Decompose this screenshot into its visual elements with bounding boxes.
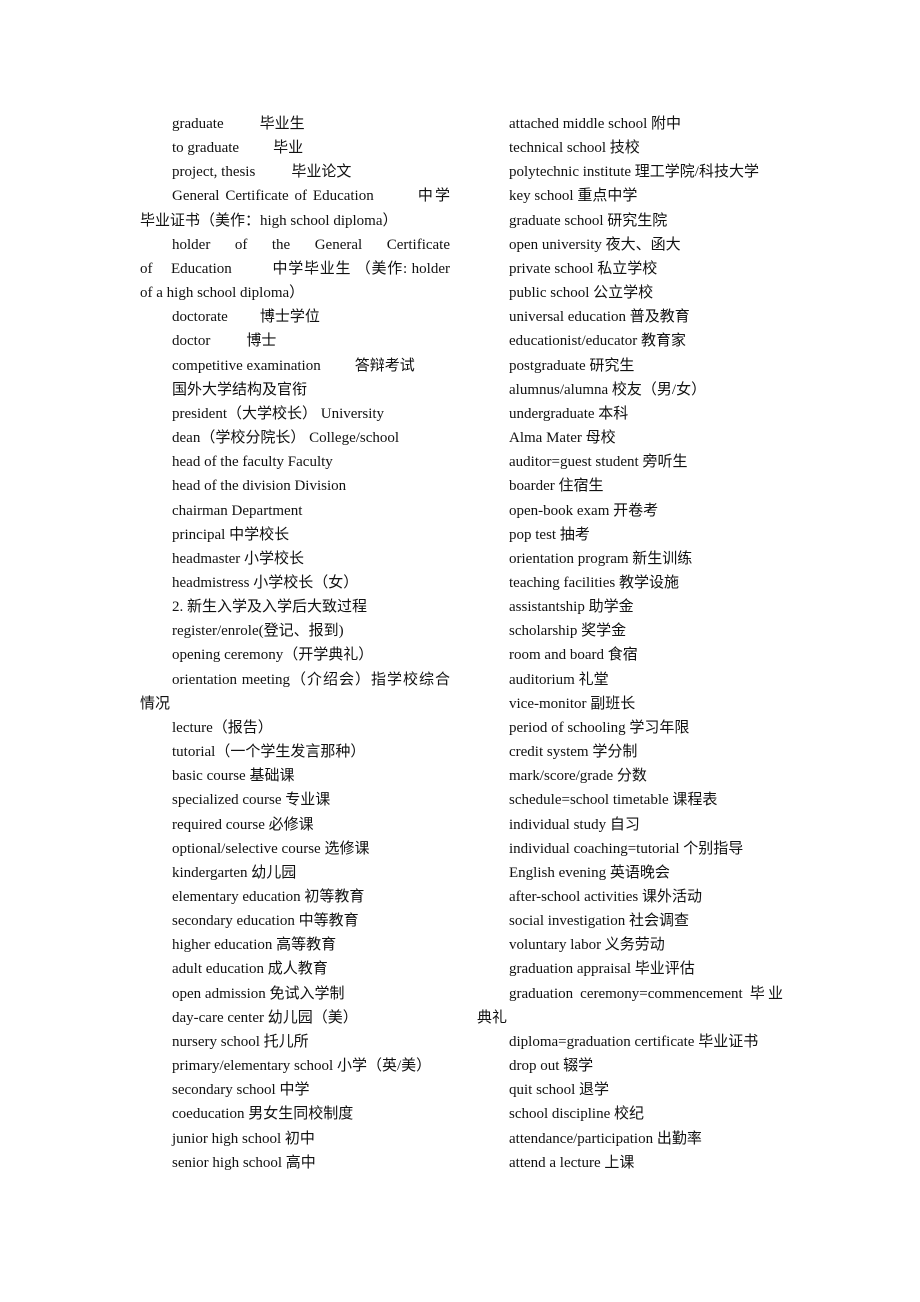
vocab-entry: school discipline 校纪 bbox=[509, 1106, 644, 1123]
vocab-entry: to graduate 毕业 bbox=[140, 136, 450, 160]
vocab-entry: Alma Mater 母校 bbox=[509, 430, 616, 447]
term-en: General Certificate of Education bbox=[172, 188, 374, 205]
vocab-entry: kindergarten 幼儿园 bbox=[172, 864, 297, 881]
vocab-entry: public school 公立学校 bbox=[509, 285, 654, 302]
vocab-entry: day-care center 幼儿园（美） bbox=[172, 1009, 358, 1026]
term-en: graduate bbox=[172, 116, 224, 132]
vocab-entry: undergraduate 本科 bbox=[509, 405, 629, 422]
vocab-entry: headmaster 小学校长 bbox=[172, 550, 305, 567]
vocab-entry: educationist/educator 教育家 bbox=[509, 333, 687, 350]
vocab-entry: secondary school 中学 bbox=[172, 1082, 310, 1099]
vocab-entry: credit system 学分制 bbox=[509, 744, 638, 761]
term-zh: 博士 bbox=[246, 333, 277, 350]
vocab-entry: elementary education 初等教育 bbox=[172, 889, 365, 905]
left-column: graduate 毕业生 to graduate 毕业 project, thesi… bbox=[140, 112, 450, 1175]
vocab-entry: holder of the General Certificate of Edu… bbox=[140, 233, 450, 305]
term-en: to graduate bbox=[172, 140, 240, 157]
vocab-entry: higher education 高等教育 bbox=[172, 937, 337, 954]
vocab-entry: voluntary labor 义务劳动 bbox=[509, 937, 665, 954]
vocab-entry: open-book exam 开卷考 bbox=[509, 502, 659, 519]
vocab-entry: coeducation 男女生同校制度 bbox=[172, 1106, 354, 1123]
vocab-entry: scholarship 奖学金 bbox=[509, 623, 627, 640]
vocab-entry: quit school 退学 bbox=[509, 1082, 609, 1099]
vocab-entry: key school 重点中学 bbox=[509, 188, 638, 205]
vocab-entry: adult education 成人教育 bbox=[172, 961, 328, 978]
vocab-entry: technical school 技校 bbox=[509, 140, 640, 157]
term-zh: 毕业 bbox=[273, 140, 304, 157]
term-zh: 毕业生 bbox=[259, 116, 305, 132]
vocab-entry: required course 必修课 bbox=[172, 816, 314, 833]
vocab-entry: nursery school 托儿所 bbox=[172, 1033, 309, 1050]
vocab-entry: graduate school 研究生院 bbox=[509, 212, 668, 229]
vocab-entry: period of schooling 学习年限 bbox=[509, 719, 690, 736]
right-column: attached middle school 附中 technical scho… bbox=[477, 112, 783, 1175]
vocab-entry: teaching facilities 教学设施 bbox=[509, 574, 679, 591]
vocab-entry: vice-monitor 副班长 bbox=[509, 695, 636, 712]
section-heading: 2. 新生入学及入学后大致过程 bbox=[172, 599, 368, 616]
term-en: doctor bbox=[172, 333, 211, 350]
vocab-entry: lecture（报告） bbox=[172, 719, 273, 736]
vocab-entry: attend a lecture 上课 bbox=[509, 1154, 635, 1171]
vocab-entry: polytechnic institute 理工学院/科技大学 bbox=[509, 164, 759, 181]
vocab-entry: doctor 博士 bbox=[140, 329, 450, 353]
vocab-entry: pop test 抽考 bbox=[509, 526, 590, 543]
vocab-entry: General Certificate of Education 中学毕业证书（美… bbox=[140, 184, 450, 232]
term-zh: 博士学位 bbox=[259, 309, 320, 326]
vocab-entry: boarder 住宿生 bbox=[509, 478, 604, 495]
term-en: competitive examination bbox=[172, 357, 321, 374]
vocab-entry: mark/score/grade 分数 bbox=[509, 768, 647, 785]
vocab-entry: open admission 免试入学制 bbox=[172, 985, 345, 1002]
term-en: project, thesis bbox=[172, 164, 256, 181]
vocab-entry: auditor=guest student 旁听生 bbox=[509, 454, 688, 471]
vocab-entry: after-school activities 课外活动 bbox=[509, 889, 702, 905]
vocab-entry: private school 私立学校 bbox=[509, 260, 658, 277]
vocab-entry: dean（学校分院长） College/school bbox=[172, 430, 400, 447]
vocab-entry: basic course 基础课 bbox=[172, 768, 295, 785]
vocab-entry: assistantship 助学金 bbox=[509, 599, 634, 616]
vocab-entry: competitive examination 答辩考试 bbox=[140, 354, 450, 378]
vocab-entry: head of the faculty Faculty bbox=[172, 454, 333, 471]
vocab-entry: orientation program 新生训练 bbox=[509, 550, 693, 567]
vocab-entry: orientation meeting（介绍会）指学校综合情况 bbox=[140, 671, 450, 712]
vocab-entry: schedule=school timetable 课程表 bbox=[509, 792, 718, 809]
vocab-entry: specialized course 专业课 bbox=[172, 792, 331, 809]
vocab-entry: room and board 食宿 bbox=[509, 647, 638, 664]
vocab-entry: opening ceremony（开学典礼） bbox=[172, 647, 374, 664]
vocab-entry: senior high school 高中 bbox=[172, 1154, 316, 1171]
vocab-entry: doctorate 博士学位 bbox=[140, 305, 450, 329]
vocab-entry: project, thesis 毕业论文 bbox=[140, 160, 450, 184]
vocab-entry: alumnus/alumna 校友（男/女） bbox=[509, 381, 707, 398]
term-zh: 毕业论文 bbox=[291, 164, 352, 181]
vocab-entry: auditorium 礼堂 bbox=[509, 671, 609, 688]
term-zh: 答辩考试 bbox=[354, 357, 415, 374]
vocab-entry: register/enrole(登记、报到) bbox=[172, 623, 344, 640]
vocab-entry: attendance/participation 出勤率 bbox=[509, 1130, 702, 1147]
vocab-entry: graduate 毕业生 bbox=[140, 112, 450, 136]
section-heading: 国外大学结构及官衔 bbox=[172, 381, 308, 398]
vocab-entry: individual study 自习 bbox=[509, 816, 640, 833]
vocab-entry: universal education 普及教育 bbox=[509, 309, 690, 326]
vocab-entry: optional/selective course 选修课 bbox=[172, 840, 370, 857]
vocab-entry: secondary education 中等教育 bbox=[172, 913, 359, 930]
vocab-entry: graduation appraisal 毕业评估 bbox=[509, 961, 695, 978]
vocab-entry: junior high school 初中 bbox=[172, 1130, 315, 1147]
vocab-entry: postgraduate 研究生 bbox=[509, 357, 635, 374]
vocab-entry: diploma=graduation certificate 毕业证书 bbox=[509, 1033, 759, 1050]
vocab-entry: individual coaching=tutorial 个别指导 bbox=[509, 840, 744, 857]
vocab-entry: principal 中学校长 bbox=[172, 526, 290, 543]
vocab-entry: head of the division Division bbox=[172, 478, 347, 495]
vocab-entry: drop out 辍学 bbox=[509, 1058, 594, 1075]
vocab-entry: English evening 英语晚会 bbox=[509, 864, 670, 881]
vocab-entry: president（大学校长） University bbox=[172, 405, 385, 422]
vocab-entry: attached middle school 附中 bbox=[509, 116, 682, 132]
vocab-entry: graduation ceremony=commencement 毕业典礼 bbox=[477, 985, 783, 1026]
term-en: doctorate bbox=[172, 309, 228, 326]
vocab-entry: headmistress 小学校长（女） bbox=[172, 574, 359, 591]
vocab-entry: social investigation 社会调查 bbox=[509, 913, 689, 930]
vocab-entry: primary/elementary school 小学（英/美） bbox=[172, 1058, 432, 1075]
vocab-entry: open university 夜大、函大 bbox=[509, 236, 681, 253]
vocab-entry: tutorial（一个学生发言那种） bbox=[172, 744, 366, 761]
vocab-entry: chairman Department bbox=[172, 502, 303, 519]
